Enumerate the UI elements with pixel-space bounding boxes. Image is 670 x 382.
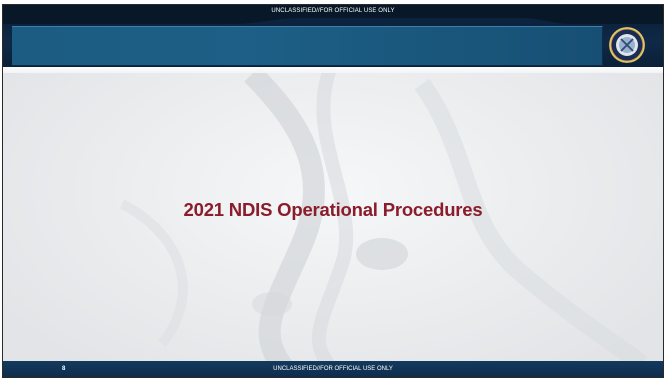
footer-classification: UNCLASSIFIED//FOR OFFICIAL USE ONLY <box>273 366 393 372</box>
slide: UNCLASSIFIED//FOR OFFICIAL USE ONLY 2021… <box>2 4 664 378</box>
codis-seal-icon <box>609 27 645 63</box>
slide-title: 2021 NDIS Operational Procedures <box>183 199 483 220</box>
header-divider <box>2 67 664 73</box>
footer-bar: 8 UNCLASSIFIED//FOR OFFICIAL USE ONLY <box>2 361 664 378</box>
header-classification: UNCLASSIFIED//FOR OFFICIAL USE ONLY <box>271 8 395 14</box>
header-inner-bar <box>12 26 603 66</box>
